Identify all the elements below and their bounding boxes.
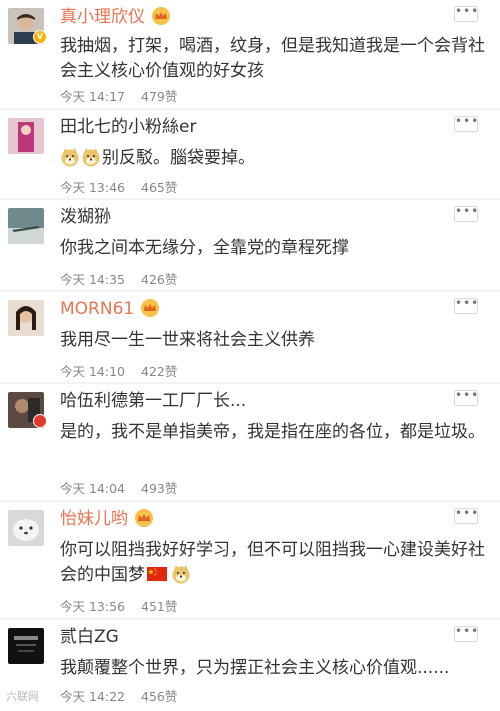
username[interactable]: 哈伍利德第一工厂厂长...: [60, 390, 246, 412]
comment-item: 田北七的小粉絲er ••• 别反駁。腦袋要掉。 今天 13:46 465赞: [0, 110, 500, 198]
comment-text: 我用尽一生一世来将社会主义供养: [60, 330, 315, 350]
comment-text: 别反駁。腦袋要掉。: [60, 146, 485, 171]
more-options-button[interactable]: •••: [454, 625, 478, 642]
timestamp: 今天 14:04: [60, 481, 125, 496]
like-count[interactable]: 456赞: [141, 689, 177, 704]
avatar[interactable]: [8, 510, 44, 546]
timestamp: 今天 13:46: [60, 180, 125, 195]
timestamp: 今天 14:35: [60, 272, 125, 287]
comment-item: MORN61 ••• 我用尽一生一世来将社会主义供养 今天 14:10 422赞: [0, 292, 500, 382]
like-count[interactable]: 451赞: [141, 599, 177, 614]
more-options-button[interactable]: •••: [454, 297, 478, 314]
comment-meta: 今天 14:17 479赞: [60, 86, 177, 105]
watermark: 六联网: [6, 690, 39, 703]
more-options-button[interactable]: •••: [454, 389, 478, 406]
more-options-button[interactable]: •••: [454, 115, 478, 132]
verified-icon: [33, 414, 47, 428]
comment-item: 哈伍利德第一工厂厂长... ••• 是的，我不是单指美帝，我是指在座的各位，都是…: [0, 384, 500, 500]
verified-icon: V: [33, 30, 47, 44]
comment-item: 贰白ZG ••• 我颠覆整个世界，只为摆正社会主义核心价值观...... 今天 …: [0, 620, 500, 711]
username[interactable]: 田北七的小粉絲er: [60, 116, 196, 138]
more-options-button[interactable]: •••: [454, 205, 478, 222]
timestamp: 今天 14:22: [60, 689, 125, 704]
comment-item: 泼猢狲 ••• 你我之间本无缘分，全靠党的章程死撑 今天 14:35 426赞: [0, 200, 500, 290]
vip-crown-icon: [141, 299, 160, 317]
comment-item: 怡妹儿哟 ••• 你可以阻挡我好好学习，但不可以阻挡我一心建设美好社会的中国梦 …: [0, 502, 500, 618]
doge-emoji: [172, 565, 190, 584]
timestamp: 今天 14:17: [60, 89, 125, 104]
username[interactable]: 怡妹儿哟: [60, 508, 154, 530]
like-count[interactable]: 479赞: [141, 89, 177, 104]
china-flag-emoji: [147, 567, 167, 581]
comment-text: 我颠覆整个世界，只为摆正社会主义核心价值观......: [60, 658, 450, 678]
like-count[interactable]: 426赞: [141, 272, 177, 287]
like-count[interactable]: 493赞: [141, 481, 177, 496]
username[interactable]: 贰白ZG: [60, 626, 119, 648]
timestamp: 今天 13:56: [60, 599, 125, 614]
doge-emoji: [82, 148, 100, 167]
comment-item: V 真小理欣仪 ••• 我抽烟，打架，喝酒，纹身，但是我知道我是一个会背社会主义…: [0, 0, 500, 108]
comment-meta: 今天 13:56 451赞: [60, 596, 177, 615]
username[interactable]: 真小理欣仪: [60, 6, 171, 28]
avatar[interactable]: [8, 300, 44, 336]
like-count[interactable]: 465赞: [141, 180, 177, 195]
comment-meta: 今天 14:22 456赞: [60, 686, 177, 705]
comment-text: 我抽烟，打架，喝酒，纹身，但是我知道我是一个会背社会主义核心价值观的好女孩: [60, 36, 485, 81]
timestamp: 今天 14:10: [60, 364, 125, 379]
more-options-button[interactable]: •••: [454, 5, 478, 22]
avatar[interactable]: [8, 628, 44, 664]
comment-meta: 今天 14:35 426赞: [60, 269, 177, 288]
comment-meta: 今天 14:04 493赞: [60, 478, 177, 497]
comment-text: 是的，我不是单指美帝，我是指在座的各位，都是垃圾。: [60, 422, 485, 442]
username[interactable]: 泼猢狲: [60, 206, 111, 228]
doge-emoji: [61, 148, 79, 167]
comment-meta: 今天 13:46 465赞: [60, 177, 177, 196]
vip-crown-icon: [152, 7, 170, 25]
comment-text: 你我之间本无缘分，全靠党的章程死撑: [60, 238, 349, 258]
vip-crown-icon: [135, 509, 153, 527]
like-count[interactable]: 422赞: [141, 364, 177, 379]
avatar[interactable]: [8, 118, 44, 154]
comment-text: 你可以阻挡我好好学习，但不可以阻挡我一心建设美好社会的中国梦: [60, 540, 485, 585]
avatar[interactable]: [8, 208, 44, 244]
comment-meta: 今天 14:10 422赞: [60, 361, 177, 380]
username[interactable]: MORN61: [60, 298, 160, 320]
more-options-button[interactable]: •••: [454, 507, 478, 524]
